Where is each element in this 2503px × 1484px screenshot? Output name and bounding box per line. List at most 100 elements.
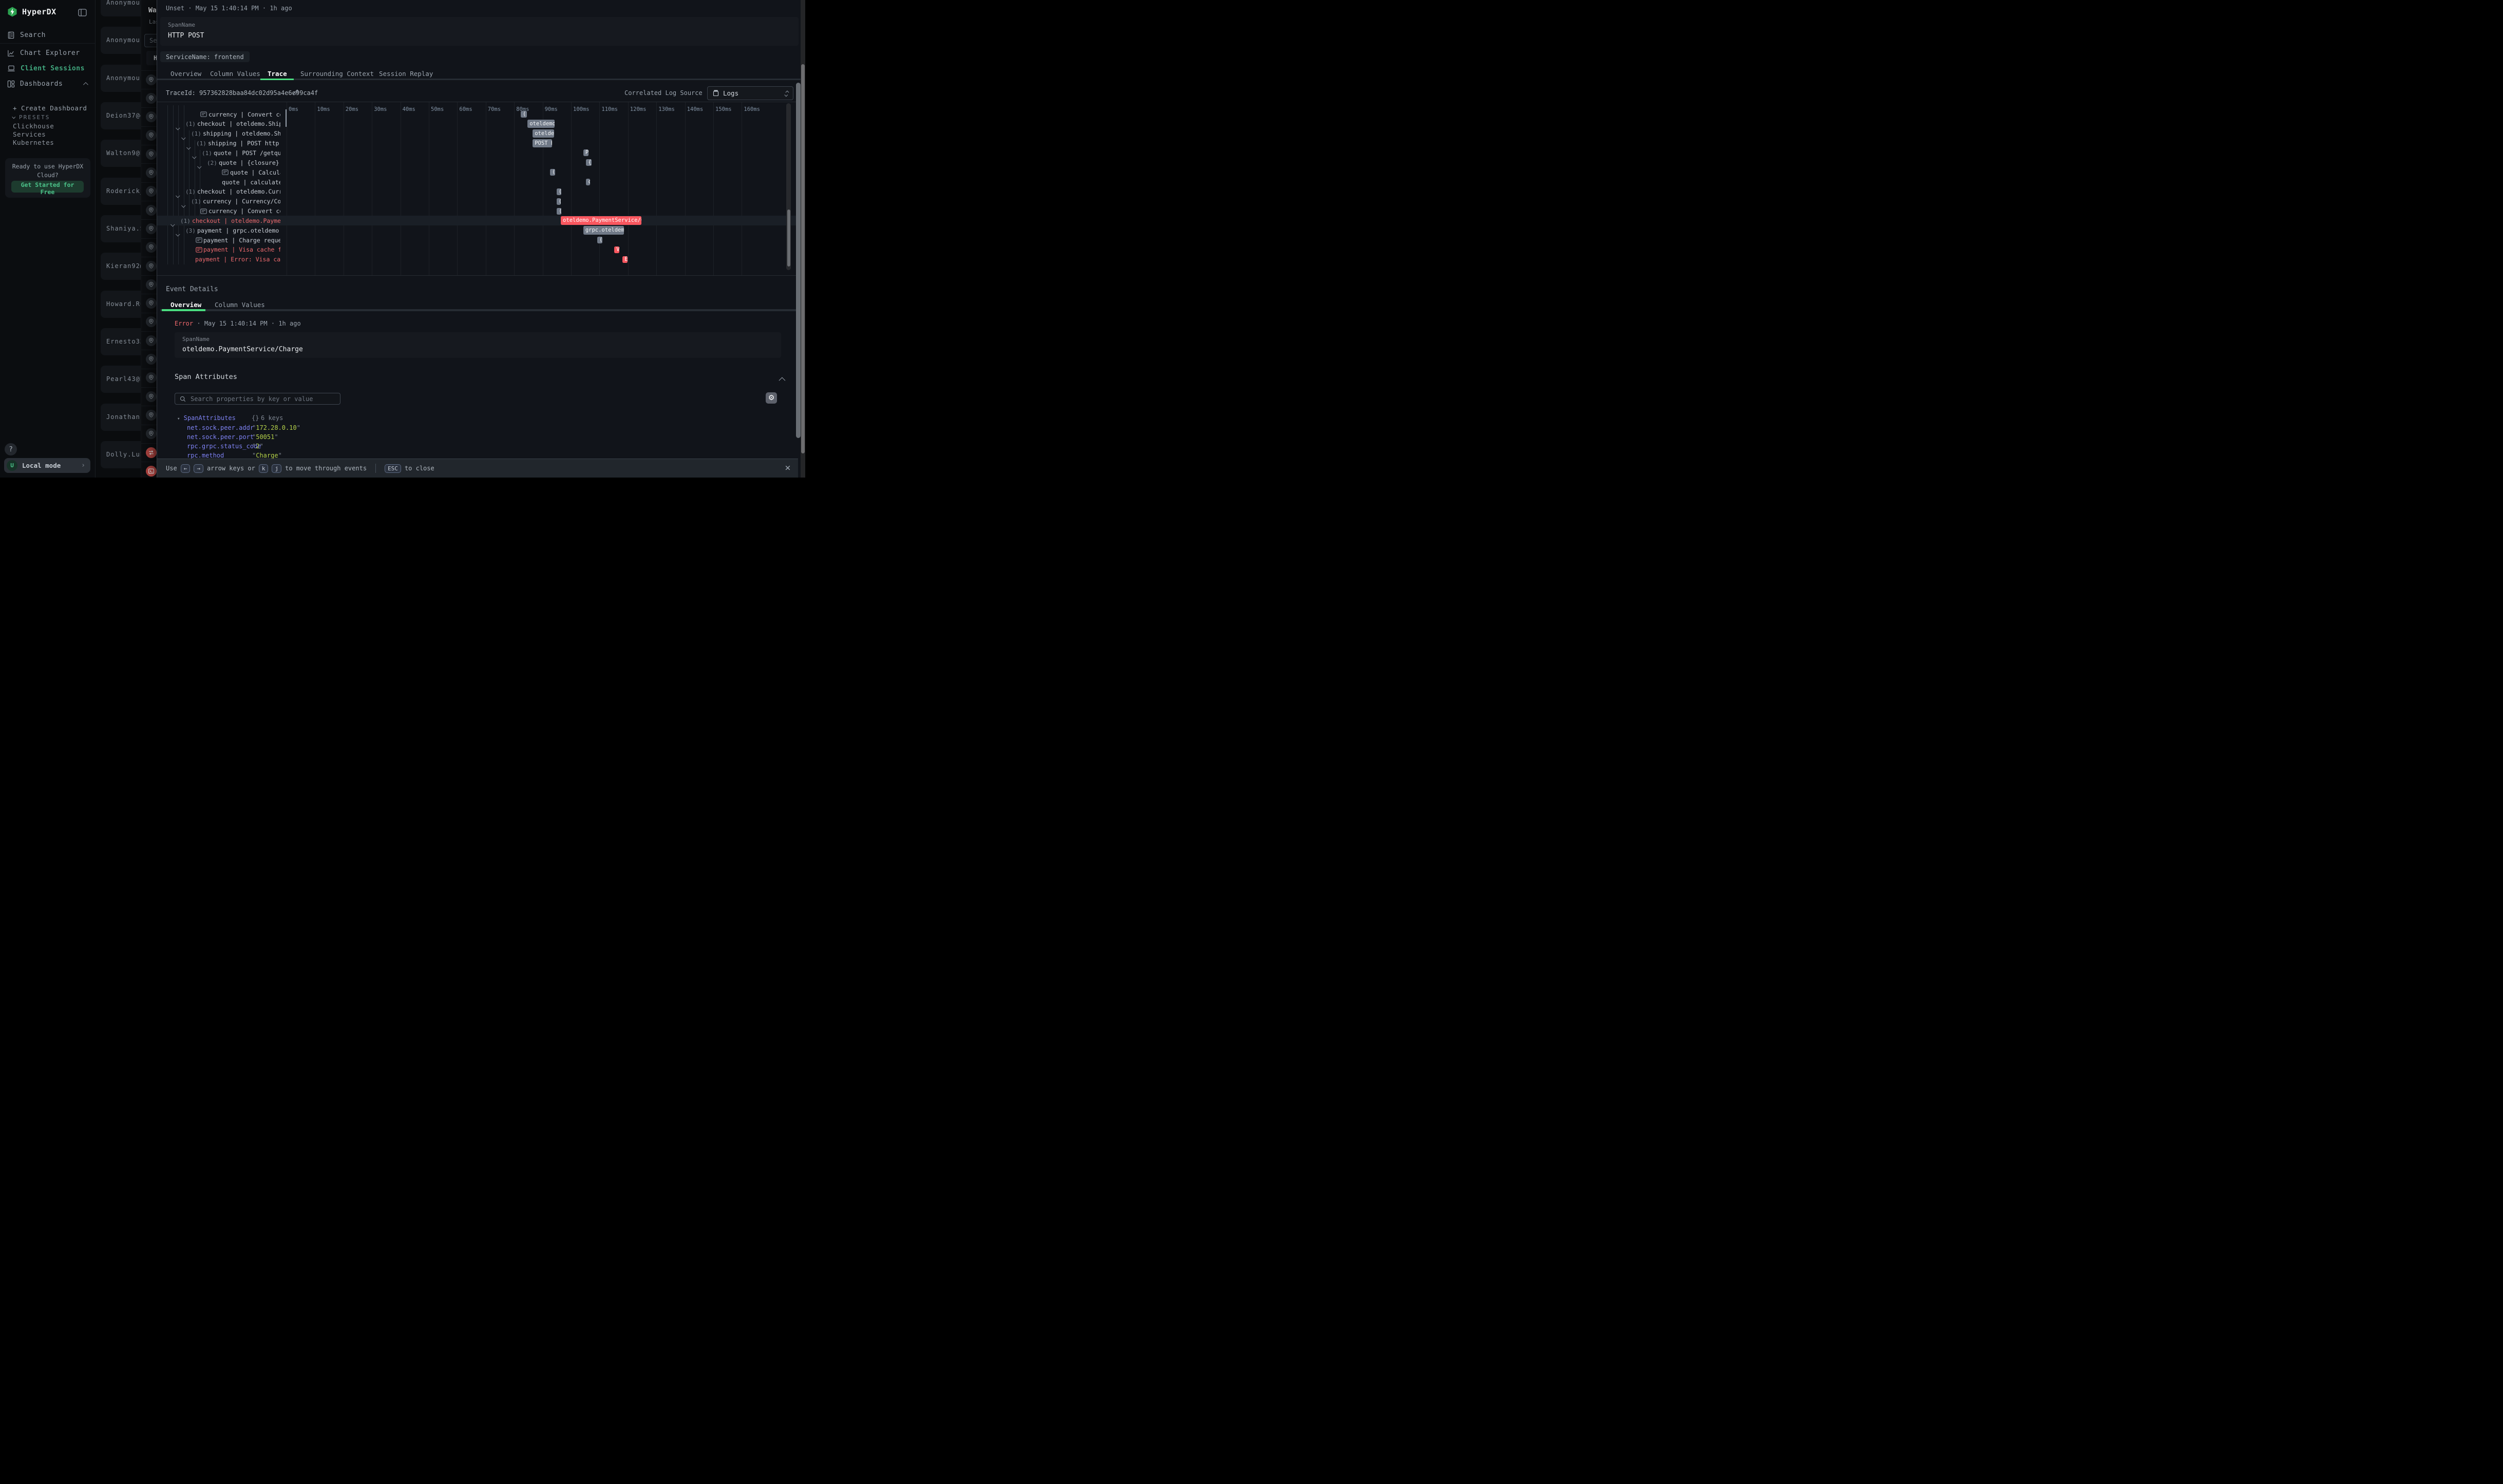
span-duration-bar[interactable]: c [586,179,590,185]
terminal-icon[interactable] [146,466,157,477]
session-card[interactable]: Anonymous [101,27,141,54]
span-duration-bar[interactable]: E [622,256,628,263]
span-duration-bar[interactable]: oteldemo.ShippingService/GetQuote [533,129,554,138]
gear-icon[interactable]: ⚙ [766,392,777,404]
trace-span-row[interactable]: currency | Convert convers…( [157,109,805,119]
trace-span-row[interactable]: quote | Calculated q…( [157,167,805,177]
session-card[interactable]: Deion37@gm [101,102,141,129]
attribute-row[interactable]: net.sock.peer.addr"172.28.0.10" [187,424,254,431]
trace-span-row[interactable]: (2)quote | {closure}{ [157,158,805,167]
attribute-row[interactable]: net.sock.peer.port"50051" [187,433,254,441]
trace-span-row[interactable]: currency | Convert convers…( [157,206,805,216]
tab-column-values[interactable]: Column Values [210,70,260,78]
trace-span-row[interactable]: (1)currency | Currency/Convert( [157,197,805,206]
session-card[interactable]: Dolly.Lubo [101,441,141,468]
sidebar-item-client-sessions[interactable]: Client Sessions [0,62,95,75]
sidebar-item-clickhouse[interactable]: Clickhouse [13,122,54,130]
view-session-pin-icon[interactable] [146,242,157,253]
span-duration-bar[interactable]: POST http://quote:8090/getquote [533,139,552,148]
session-card[interactable]: Kieran92@h [101,253,141,280]
sidebar-item-chart-explorer[interactable]: Chart Explorer [0,46,95,60]
span-duration-bar[interactable]: ( [557,208,561,215]
session-card[interactable]: Shaniya.Sc [101,215,141,242]
help-button[interactable]: ? [5,443,17,455]
view-session-pin-icon[interactable] [146,298,157,309]
attribute-group[interactable]: ▾ SpanAttributes {} 6 keys [177,414,236,422]
view-session-pin-icon[interactable] [146,354,157,365]
trace-span-row[interactable]: payment | Error: Visa cache ful…E [157,255,805,264]
view-session-pin-icon[interactable] [146,167,157,178]
trace-span-row[interactable]: payment | Charge request rec…( [157,235,805,245]
view-session-pin-icon[interactable] [146,223,157,234]
session-card[interactable]: Howard.Run [101,291,141,318]
trace-span-row[interactable]: (1)shipping | oteldemo.Shipping…oteldemo… [157,129,805,139]
tab-session-replay[interactable]: Session Replay [379,70,433,78]
span-duration-bar[interactable]: grpc.oteldemo.PaymentService/Charge [583,226,624,235]
view-session-pin-icon[interactable] [146,335,157,346]
close-icon[interactable]: × [783,463,793,473]
trace-span-row[interactable]: (1)quote | POST /getquoteP [157,148,805,158]
view-session-pin-icon[interactable] [146,130,157,141]
presets-toggle[interactable]: PRESETS [13,114,50,121]
get-started-button[interactable]: Get Started for Free [11,181,84,193]
span-duration-bar[interactable]: { [586,159,592,166]
service-badge[interactable]: ServiceName: frontend [160,51,250,62]
page-scrollbar-thumb[interactable] [801,64,805,453]
session-card[interactable]: Roderick_S [101,178,141,205]
session-card[interactable]: Pearl43@ho [101,366,141,393]
span-duration-bar[interactable]: V [614,246,619,253]
collapse-section-icon[interactable] [779,374,784,384]
span-duration-bar[interactable]: oteldemo.ShippingService/GetQuote [527,120,555,128]
view-session-pin-icon[interactable] [146,93,157,104]
view-session-pin-icon[interactable] [146,316,157,327]
tab-overview[interactable]: Overview [170,70,201,78]
view-session-pin-icon[interactable] [146,111,157,122]
session-card[interactable]: Ernesto33@ [101,328,141,355]
span-duration-bar[interactable]: ( [557,188,561,195]
span-duration-bar[interactable]: ( [550,169,555,176]
view-session-pin-icon[interactable] [146,74,157,85]
view-session-pin-icon[interactable] [146,261,157,272]
create-dashboard-button[interactable]: + Create Dashboard [13,104,87,112]
session-card[interactable]: Walton9@ho [101,140,141,167]
trace-span-row[interactable]: (1)checkout | oteldemo.CurrencySe…( [157,187,805,197]
view-session-pin-icon[interactable] [146,186,157,197]
view-session-pin-icon[interactable] [146,279,157,290]
attribute-row[interactable]: rpc.grpc.status_code"2" [187,443,261,450]
trace-span-row[interactable]: payment | Visa cache full: c…V [157,245,805,255]
sidebar-item-search[interactable]: Search [0,28,95,42]
collapse-sidebar-icon[interactable] [78,9,87,16]
span-duration-bar[interactable]: oteldemo.PaymentService/Charge [561,216,641,225]
view-session-pin-icon[interactable] [146,410,157,421]
local-mode-button[interactable]: U Local mode › [4,458,90,473]
span-duration-bar[interactable]: ( [557,198,561,205]
trace-span-row[interactable]: (1)checkout | oteldemo.ShippingSe…otelde… [157,119,805,129]
tab-column-values[interactable]: Column Values [215,301,265,309]
trace-span-row[interactable]: (3)payment | grpc.oteldemo.Paymen…grpc.o… [157,225,805,235]
session-card[interactable]: Anonymous [101,65,141,92]
sidebar-item-services[interactable]: Services [13,130,46,138]
span-duration-bar[interactable]: ( [597,237,602,243]
trace-span-row[interactable]: (1)shipping | POST http://quo…POST http:… [157,139,805,148]
strip-button[interactable]: H [146,51,157,65]
trace-span-row[interactable]: quote | calculate-quotec [157,177,805,187]
session-card[interactable]: Anonymous [101,0,141,16]
session-card[interactable]: Jonathan.B [101,404,141,431]
view-session-pin-icon[interactable] [146,205,157,216]
tab-overview[interactable]: Overview [170,301,201,309]
swap-arrows-icon[interactable] [146,447,157,458]
log-source-select[interactable]: Logs [707,86,793,100]
view-session-pin-icon[interactable] [146,149,157,160]
attribute-row[interactable]: rpc.method"Charge" [187,452,224,459]
span-duration-bar[interactable]: P [583,149,589,156]
chevron-up-icon[interactable] [83,82,88,87]
waterfall-scrollbar-thumb[interactable] [787,210,790,267]
view-session-pin-icon[interactable] [146,391,157,402]
view-session-pin-icon[interactable] [146,428,157,439]
pane-resize-handle[interactable] [286,109,287,127]
modal-scrollbar-thumb[interactable] [796,83,801,438]
edit-trace-icon[interactable] [292,89,299,96]
sidebar-item-kubernetes[interactable]: Kubernetes [13,139,54,146]
tab-trace[interactable]: Trace [268,70,287,78]
sidebar-item-dashboards[interactable]: Dashboards [0,77,95,90]
